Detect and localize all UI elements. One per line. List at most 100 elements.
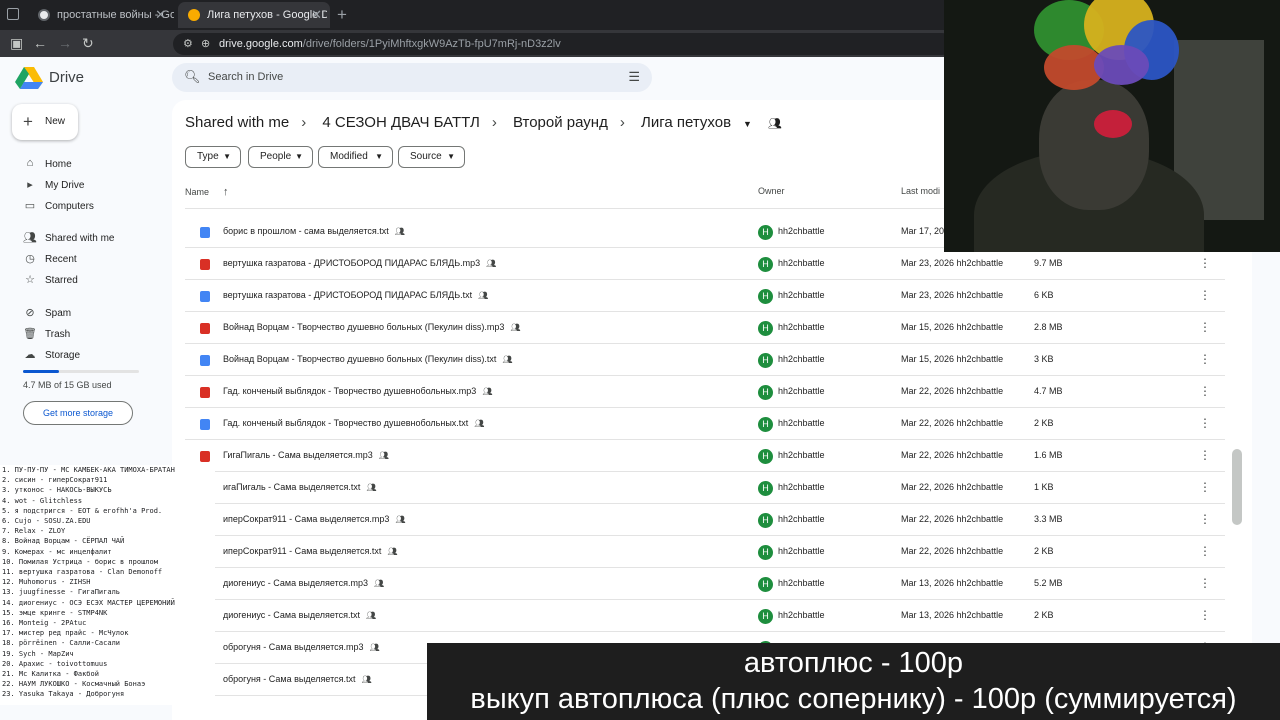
shared-icon: 👥︎ [510, 323, 521, 332]
text-file-icon [200, 355, 210, 366]
more-actions-icon[interactable]: ⋮ [1199, 288, 1211, 302]
file-name: Гад. конченый выблядок - Творчество душе… [223, 386, 477, 396]
nav-shared-with-me[interactable]: 👥︎ Shared with me [0, 229, 160, 249]
nav-recent[interactable]: ◷ Recent [0, 250, 160, 270]
nav-my-drive[interactable]: ▸ My Drive [0, 176, 160, 196]
more-actions-icon[interactable]: ⋮ [1199, 480, 1211, 494]
search-input[interactable]: 🔍︎ Search in Drive ☰ [172, 63, 652, 92]
reload-icon[interactable]: ↻ [82, 35, 94, 51]
chevron-right-icon: › [491, 114, 497, 131]
site-info-icon[interactable]: ⚙ [183, 36, 193, 52]
shared-icon: 👥︎ [361, 675, 372, 684]
setlist-item: 4. wot - Glitchless [2, 496, 83, 505]
breadcrumb-season[interactable]: 4 СЕЗОН ДВАЧ БАТТЛ [322, 114, 479, 131]
close-tab-icon[interactable]: ✕ [155, 7, 166, 23]
more-actions-icon[interactable]: ⋮ [1199, 384, 1211, 398]
breadcrumb-current[interactable]: Лига петухов [641, 114, 731, 131]
file-row[interactable]: игаПигаль - Сама выделяется.txt 👥︎ Hhh2chb… [185, 472, 1225, 504]
storage-meter [23, 370, 139, 373]
shared-icon: 👥︎ [369, 643, 380, 652]
nav-spam[interactable]: ⊘ Spam [0, 304, 160, 324]
more-actions-icon[interactable]: ⋮ [1199, 448, 1211, 462]
file-owner: hh2chbattle [778, 386, 825, 396]
file-owner: hh2chbattle [778, 514, 825, 524]
more-actions-icon[interactable]: ⋮ [1199, 576, 1211, 590]
file-row[interactable]: иперСократ911 - Сама выделяется.mp3 👥︎ Hhh… [185, 504, 1225, 536]
new-button[interactable]: + New [12, 104, 78, 140]
plus-icon: + [23, 112, 33, 131]
owner-avatar: H [758, 609, 773, 624]
clown-wig [1094, 45, 1149, 85]
side-panel-icon[interactable]: ▣ [10, 35, 23, 51]
chevron-right-icon: › [301, 114, 307, 131]
nav-storage[interactable]: ☁ Storage [0, 346, 160, 366]
more-actions-icon[interactable]: ⋮ [1199, 352, 1211, 366]
file-modified: Mar 15, 2026 hh2chbattle [901, 354, 1004, 364]
bookmark-icon[interactable]: ⊕ [201, 36, 210, 52]
file-name: игаПигаль - Сама выделяется.txt [223, 482, 361, 492]
more-actions-icon[interactable]: ⋮ [1199, 544, 1211, 558]
setlist-item: 16. Monteig - 2PAtuc [2, 619, 87, 628]
file-size: 9.7 MB [1034, 258, 1063, 268]
shared-icon: 👥︎ [387, 547, 398, 556]
storage-meter-fill [23, 370, 59, 373]
scrollbar[interactable] [1232, 449, 1242, 525]
search-placeholder: Search in Drive [208, 71, 284, 83]
shared-folder-icon[interactable]: 👥︎ [768, 118, 782, 130]
webcam-person-face [1039, 80, 1149, 210]
file-row[interactable]: диогениус - Сама выделяется.mp3 👥︎ Hhh2chb… [185, 568, 1225, 600]
nav-trash[interactable]: 🗑︎ Trash [0, 325, 160, 345]
file-owner: hh2chbattle [778, 450, 825, 460]
tab-sheets[interactable]: простатные войны - Google Sh ✕ [28, 2, 174, 28]
more-actions-icon[interactable]: ⋮ [1199, 416, 1211, 430]
forward-icon[interactable]: → [58, 35, 72, 51]
breadcrumb-round[interactable]: Второй раунд [513, 114, 608, 131]
text-file-icon [200, 419, 210, 430]
search-icon[interactable]: 🔍︎ [184, 69, 201, 85]
shared-icon: 👥︎ [395, 515, 406, 524]
nav-starred[interactable]: ☆ Starred [0, 271, 160, 291]
breadcrumb-shared[interactable]: Shared with me [185, 114, 289, 131]
shared-icon: 👥︎ [502, 355, 513, 364]
caret-down-icon: ▼ [447, 152, 455, 161]
chevron-down-icon[interactable]: ▼ [743, 119, 752, 129]
storage-text: 4.7 MB of 15 GB used [23, 380, 112, 390]
tab-drive[interactable]: Лига петухов - Google Drive ✕ [178, 2, 330, 28]
column-owner[interactable]: Owner [758, 186, 785, 196]
close-tab-icon[interactable]: ✕ [311, 7, 322, 23]
column-name[interactable]: Name ↑ [185, 186, 229, 198]
file-row[interactable]: диогениус - Сама выделяется.txt 👥︎ Hhh2chb… [185, 600, 1225, 632]
file-row[interactable]: вертушка газратова - ДРИСТОБОРОД ПИДАРАС… [185, 280, 1225, 312]
shared-icon: 👥︎ [366, 611, 377, 620]
file-size: 2.8 MB [1034, 322, 1063, 332]
address-bar[interactable]: ⚙ ⊕ drive.google.com/drive/folders/1PyiM… [173, 33, 953, 55]
search-options-icon[interactable]: ☰ [628, 69, 640, 85]
file-row[interactable]: Войнад Ворцам - Творчество душевно больн… [185, 344, 1225, 376]
sort-arrow-up-icon[interactable]: ↑ [223, 186, 229, 198]
file-row[interactable]: ГигаПигаль - Сама выделяется.mp3 👥︎ Hhh2ch… [185, 440, 1225, 472]
new-tab-icon[interactable]: + [337, 5, 347, 25]
file-row[interactable]: Гад. конченый выблядок - Творчество душе… [185, 376, 1225, 408]
drive-favicon-icon [188, 9, 200, 21]
filter-people[interactable]: People ▼ [248, 146, 313, 168]
tab-actions-icon[interactable] [7, 8, 19, 20]
more-actions-icon[interactable]: ⋮ [1199, 608, 1211, 622]
nav-home[interactable]: ⌂ Home [0, 155, 160, 175]
back-icon[interactable]: ← [33, 35, 47, 51]
caret-down-icon: ▼ [223, 152, 231, 161]
file-row[interactable]: Гад. конченый выблядок - Творчество душе… [185, 408, 1225, 440]
column-modified[interactable]: Last modi [901, 186, 940, 196]
breadcrumb: Shared with me › 4 СЕЗОН ДВАЧ БАТТЛ › Втор… [185, 114, 794, 131]
get-more-storage-button[interactable]: Get more storage [23, 401, 133, 425]
file-row[interactable]: иперСократ911 - Сама выделяется.txt 👥︎ Hhh… [185, 536, 1225, 568]
more-actions-icon[interactable]: ⋮ [1199, 256, 1211, 270]
more-actions-icon[interactable]: ⋮ [1199, 320, 1211, 334]
file-row[interactable]: вертушка газратова - ДРИСТОБОРОД ПИДАРАС… [185, 248, 1225, 280]
filter-source[interactable]: Source ▼ [398, 146, 465, 168]
file-row[interactable]: Войнад Ворцам - Творчество душевно больн… [185, 312, 1225, 344]
nav-computers[interactable]: ▭ Computers [0, 197, 160, 217]
owner-avatar: H [758, 289, 773, 304]
filter-modified[interactable]: Modified ▼ [318, 146, 393, 168]
more-actions-icon[interactable]: ⋮ [1199, 512, 1211, 526]
filter-type[interactable]: Type ▼ [185, 146, 241, 168]
